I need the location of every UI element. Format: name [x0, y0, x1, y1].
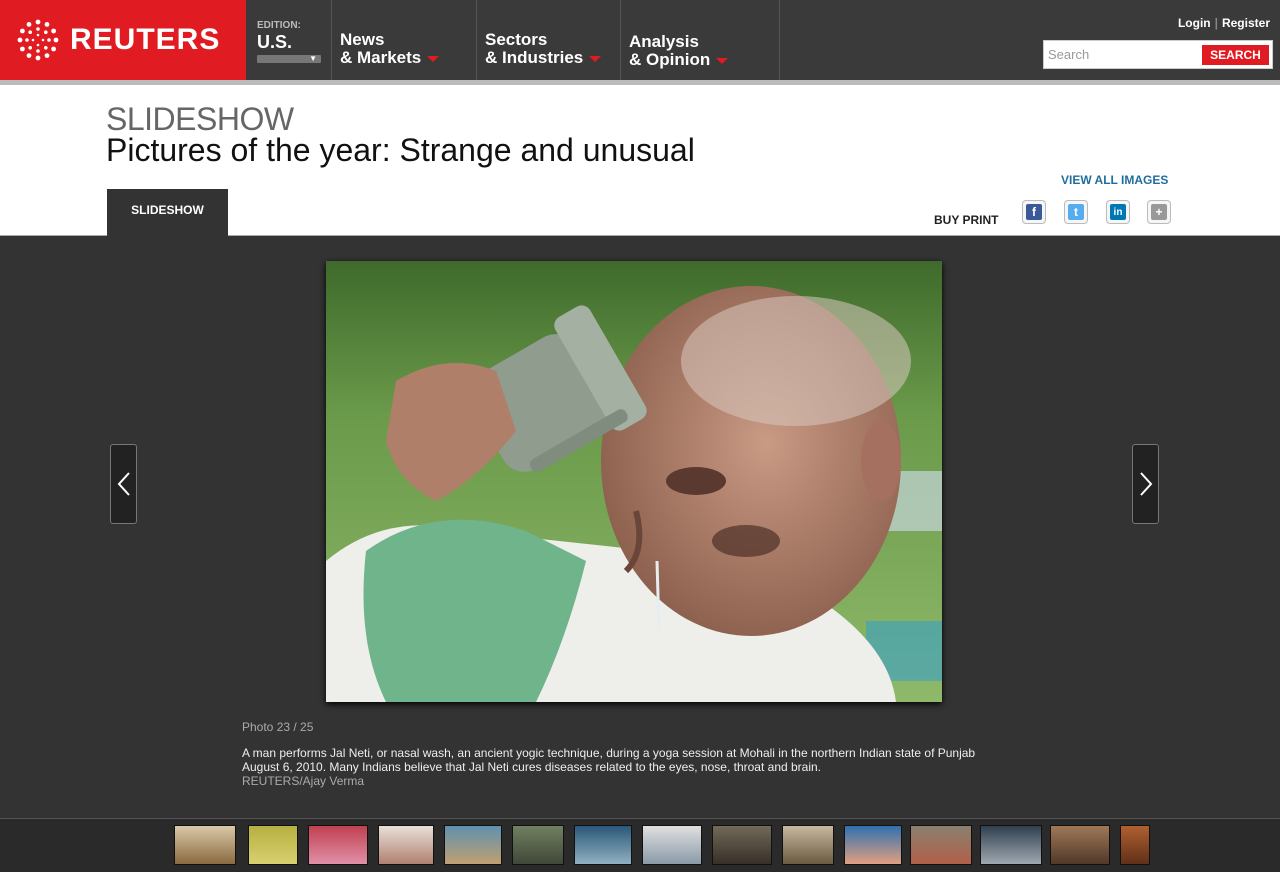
search-button[interactable]: SEARCH — [1202, 45, 1269, 65]
share-more-icon: + — [1151, 204, 1167, 220]
buy-print-link[interactable]: BUY PRINT — [934, 213, 998, 227]
top-navigation: REUTERS EDITION: U.S. ▼ News & Markets S… — [0, 0, 1280, 80]
search-box: SEARCH — [1043, 40, 1273, 69]
thumbnail[interactable] — [782, 825, 834, 865]
edition-selector[interactable]: EDITION: U.S. ▼ — [246, 0, 332, 80]
twitter-icon: t — [1068, 204, 1084, 220]
chevron-left-icon — [117, 472, 130, 496]
thumbnail[interactable] — [910, 825, 972, 865]
thumbnail[interactable] — [642, 825, 702, 865]
thumbnail[interactable] — [378, 825, 434, 865]
photo-image — [326, 261, 942, 702]
edition-dropdown[interactable]: ▼ — [257, 54, 321, 63]
nav-label-line2: & Markets — [340, 48, 422, 67]
caret-down-icon — [589, 55, 602, 62]
photo-credit: REUTERS/Ajay Verma — [242, 774, 365, 788]
login-link[interactable]: Login — [1178, 16, 1211, 30]
brand-name: REUTERS — [70, 23, 221, 56]
nav-label-line1: Analysis — [629, 32, 699, 51]
view-all-images-link[interactable]: VIEW ALL IMAGES — [1061, 173, 1168, 187]
next-slide-button[interactable] — [1132, 444, 1159, 524]
edition-value: U.S. — [257, 32, 293, 52]
thumbnail[interactable] — [712, 825, 772, 865]
chevron-down-icon: ▼ — [309, 54, 317, 63]
thumbnail[interactable] — [174, 825, 236, 865]
auth-links: Login | Register — [1178, 16, 1270, 30]
slide-photo[interactable] — [326, 261, 942, 702]
share-twitter-button[interactable]: t — [1064, 200, 1088, 224]
caret-down-icon — [427, 55, 440, 62]
facebook-icon: f — [1026, 204, 1042, 220]
nav-analysis-opinion[interactable]: Analysis & Opinion — [621, 0, 780, 80]
auth-separator: | — [1214, 16, 1218, 30]
thumbnail[interactable] — [444, 825, 502, 865]
thumbnail[interactable] — [1120, 825, 1150, 865]
nav-sectors-industries[interactable]: Sectors & Industries — [477, 0, 621, 80]
photo-caption: A man performs Jal Neti, or nasal wash, … — [242, 746, 976, 774]
page-title: Pictures of the year: Strange and unusua… — [106, 132, 695, 168]
tab-slideshow[interactable]: SLIDESHOW — [107, 189, 228, 236]
register-link[interactable]: Register — [1222, 16, 1270, 30]
slideshow-header: SLIDESHOW Pictures of the year: Strange … — [0, 85, 1280, 236]
caret-down-icon — [716, 57, 729, 64]
nav-label-line2: & Opinion — [629, 50, 711, 69]
reuters-logo-icon — [17, 19, 59, 61]
slideshow-stage: Photo 23 / 25 A man performs Jal Neti, o… — [0, 236, 1280, 818]
search-input[interactable] — [1048, 45, 1198, 63]
share-linkedin-button[interactable]: in — [1106, 200, 1130, 224]
share-facebook-button[interactable]: f — [1022, 200, 1046, 224]
thumbnail[interactable] — [980, 825, 1042, 865]
linkedin-icon: in — [1110, 204, 1126, 220]
nav-label-line1: News — [340, 30, 385, 49]
nav-news-markets[interactable]: News & Markets — [332, 0, 477, 80]
nav-label-line1: Sectors — [485, 30, 548, 49]
thumbnail[interactable] — [308, 825, 368, 865]
thumbnail-strip — [0, 818, 1280, 872]
thumbnail[interactable] — [574, 825, 632, 865]
edition-label: EDITION: — [257, 20, 301, 31]
chevron-right-icon — [1139, 472, 1152, 496]
thumbnail[interactable] — [248, 825, 298, 865]
nav-label-line2: & Industries — [485, 48, 584, 67]
reuters-logo[interactable]: REUTERS — [0, 0, 246, 80]
thumbnail[interactable] — [1050, 825, 1110, 865]
thumbnail[interactable] — [844, 825, 902, 865]
share-more-button[interactable]: + — [1147, 200, 1171, 224]
thumbnail[interactable] — [512, 825, 564, 865]
photo-counter: Photo 23 / 25 — [242, 720, 314, 734]
previous-slide-button[interactable] — [110, 444, 137, 524]
